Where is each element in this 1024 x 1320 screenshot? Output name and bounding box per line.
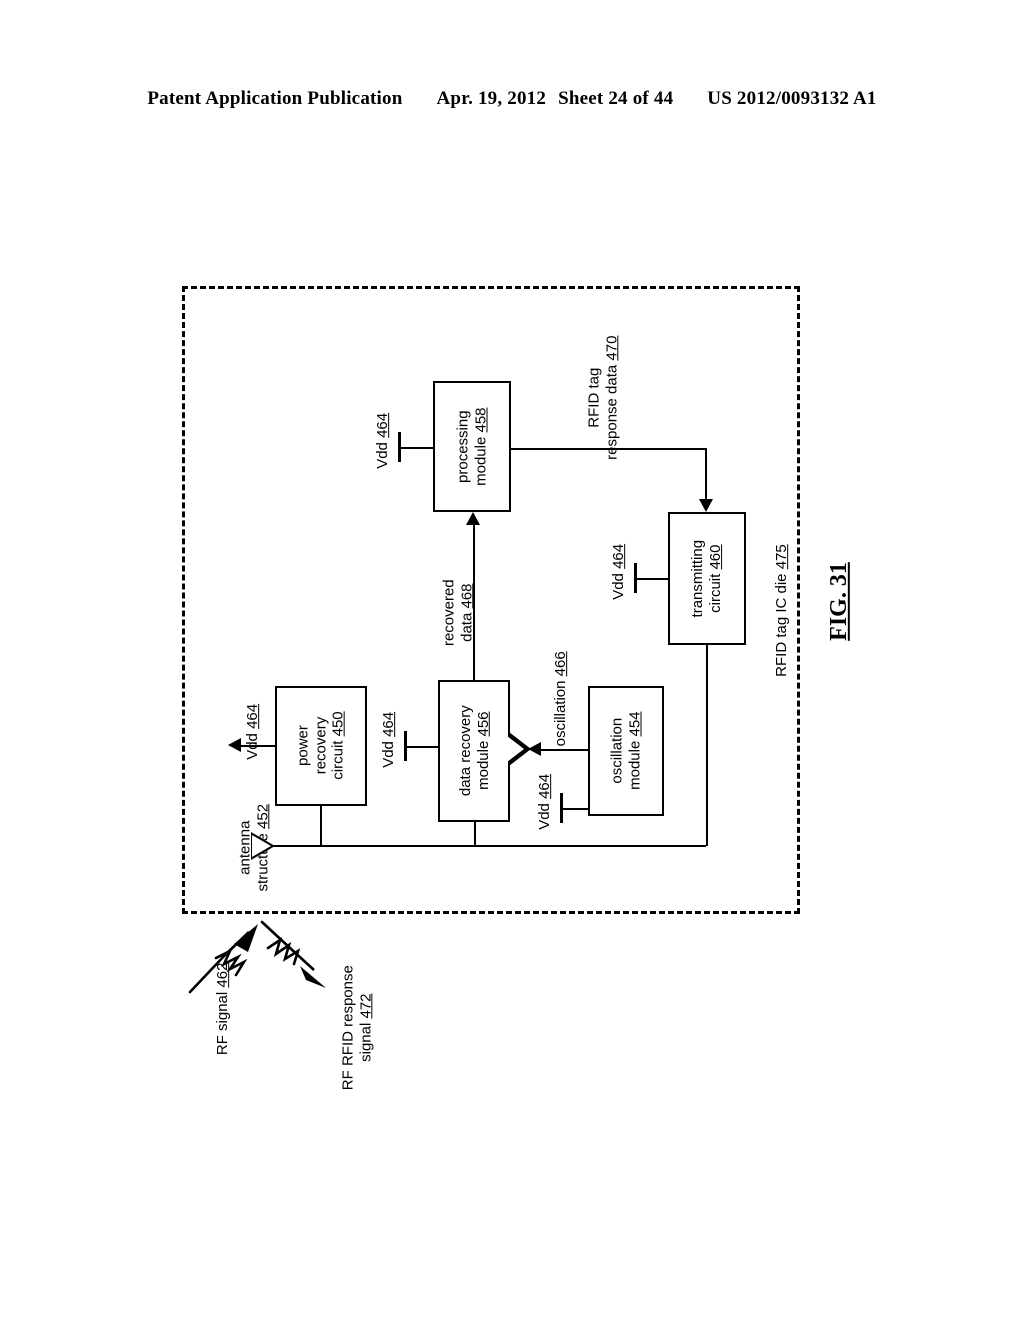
- wire-transmitting-to-antenna: [706, 645, 708, 846]
- label-oscillation: oscillation 466: [552, 651, 570, 747]
- patent-figure: RFID tag IC die 475 power recovery circu…: [0, 0, 1024, 1320]
- block-data-recovery-module-label: data recovery module 456: [456, 705, 492, 797]
- wire-rfid-response-data-v: [705, 448, 707, 500]
- block-transmitting-circuit-label: transmitting circuit 460: [689, 539, 724, 618]
- block-processing-module-label: processing module 458: [454, 407, 489, 486]
- label-rf-rfid-response-signal: RF RFID response signal 472: [339, 965, 374, 1091]
- vdd-label-data-recovery-module: Vdd 464: [380, 711, 398, 768]
- block-transmitting-circuit[interactable]: transmitting circuit 460: [668, 512, 746, 645]
- label-rfid-tag-response-data: RFID tag response data 470: [585, 335, 620, 460]
- vdd-label-transmitting-circuit: Vdd 464: [610, 543, 628, 600]
- vdd-label-oscillation-module: Vdd 464: [536, 773, 554, 830]
- block-processing-module[interactable]: processing module 458: [433, 381, 511, 512]
- label-recovered-data: recovered data 468: [440, 579, 475, 647]
- wire-antenna-to-data-recovery: [474, 822, 476, 846]
- arrow-recovered-data-icon: [466, 512, 480, 525]
- block-power-recovery-circuit[interactable]: power recovery circuit 450: [275, 686, 367, 806]
- vdd-label-power-recovery-output: Vdd 464: [244, 703, 262, 760]
- label-rf-signal: RF signal 462: [214, 962, 232, 1056]
- block-power-recovery-circuit-label: power recovery circuit 450: [294, 711, 347, 781]
- vdd-label-processing-module: Vdd 464: [374, 412, 392, 469]
- rf-rfid-response-outgoing-arrow-icon: [260, 920, 326, 988]
- wire-antenna-to-power-recovery: [320, 806, 322, 846]
- block-oscillation-module-label: oscillation module 454: [608, 711, 643, 791]
- arrow-oscillation-icon: [528, 742, 541, 756]
- wire-antenna-bus: [274, 845, 706, 847]
- figure-caption: FIG. 31: [825, 562, 852, 641]
- arrow-rfid-response-data-icon: [699, 499, 713, 512]
- die-boundary-label: RFID tag IC die 475: [773, 544, 791, 677]
- block-data-recovery-module[interactable]: data recovery module 456: [438, 680, 510, 822]
- arrow-power-recovery-vdd-out-icon: [228, 738, 241, 752]
- block-oscillation-module[interactable]: oscillation module 454: [588, 686, 664, 816]
- antenna-icon: [251, 832, 275, 860]
